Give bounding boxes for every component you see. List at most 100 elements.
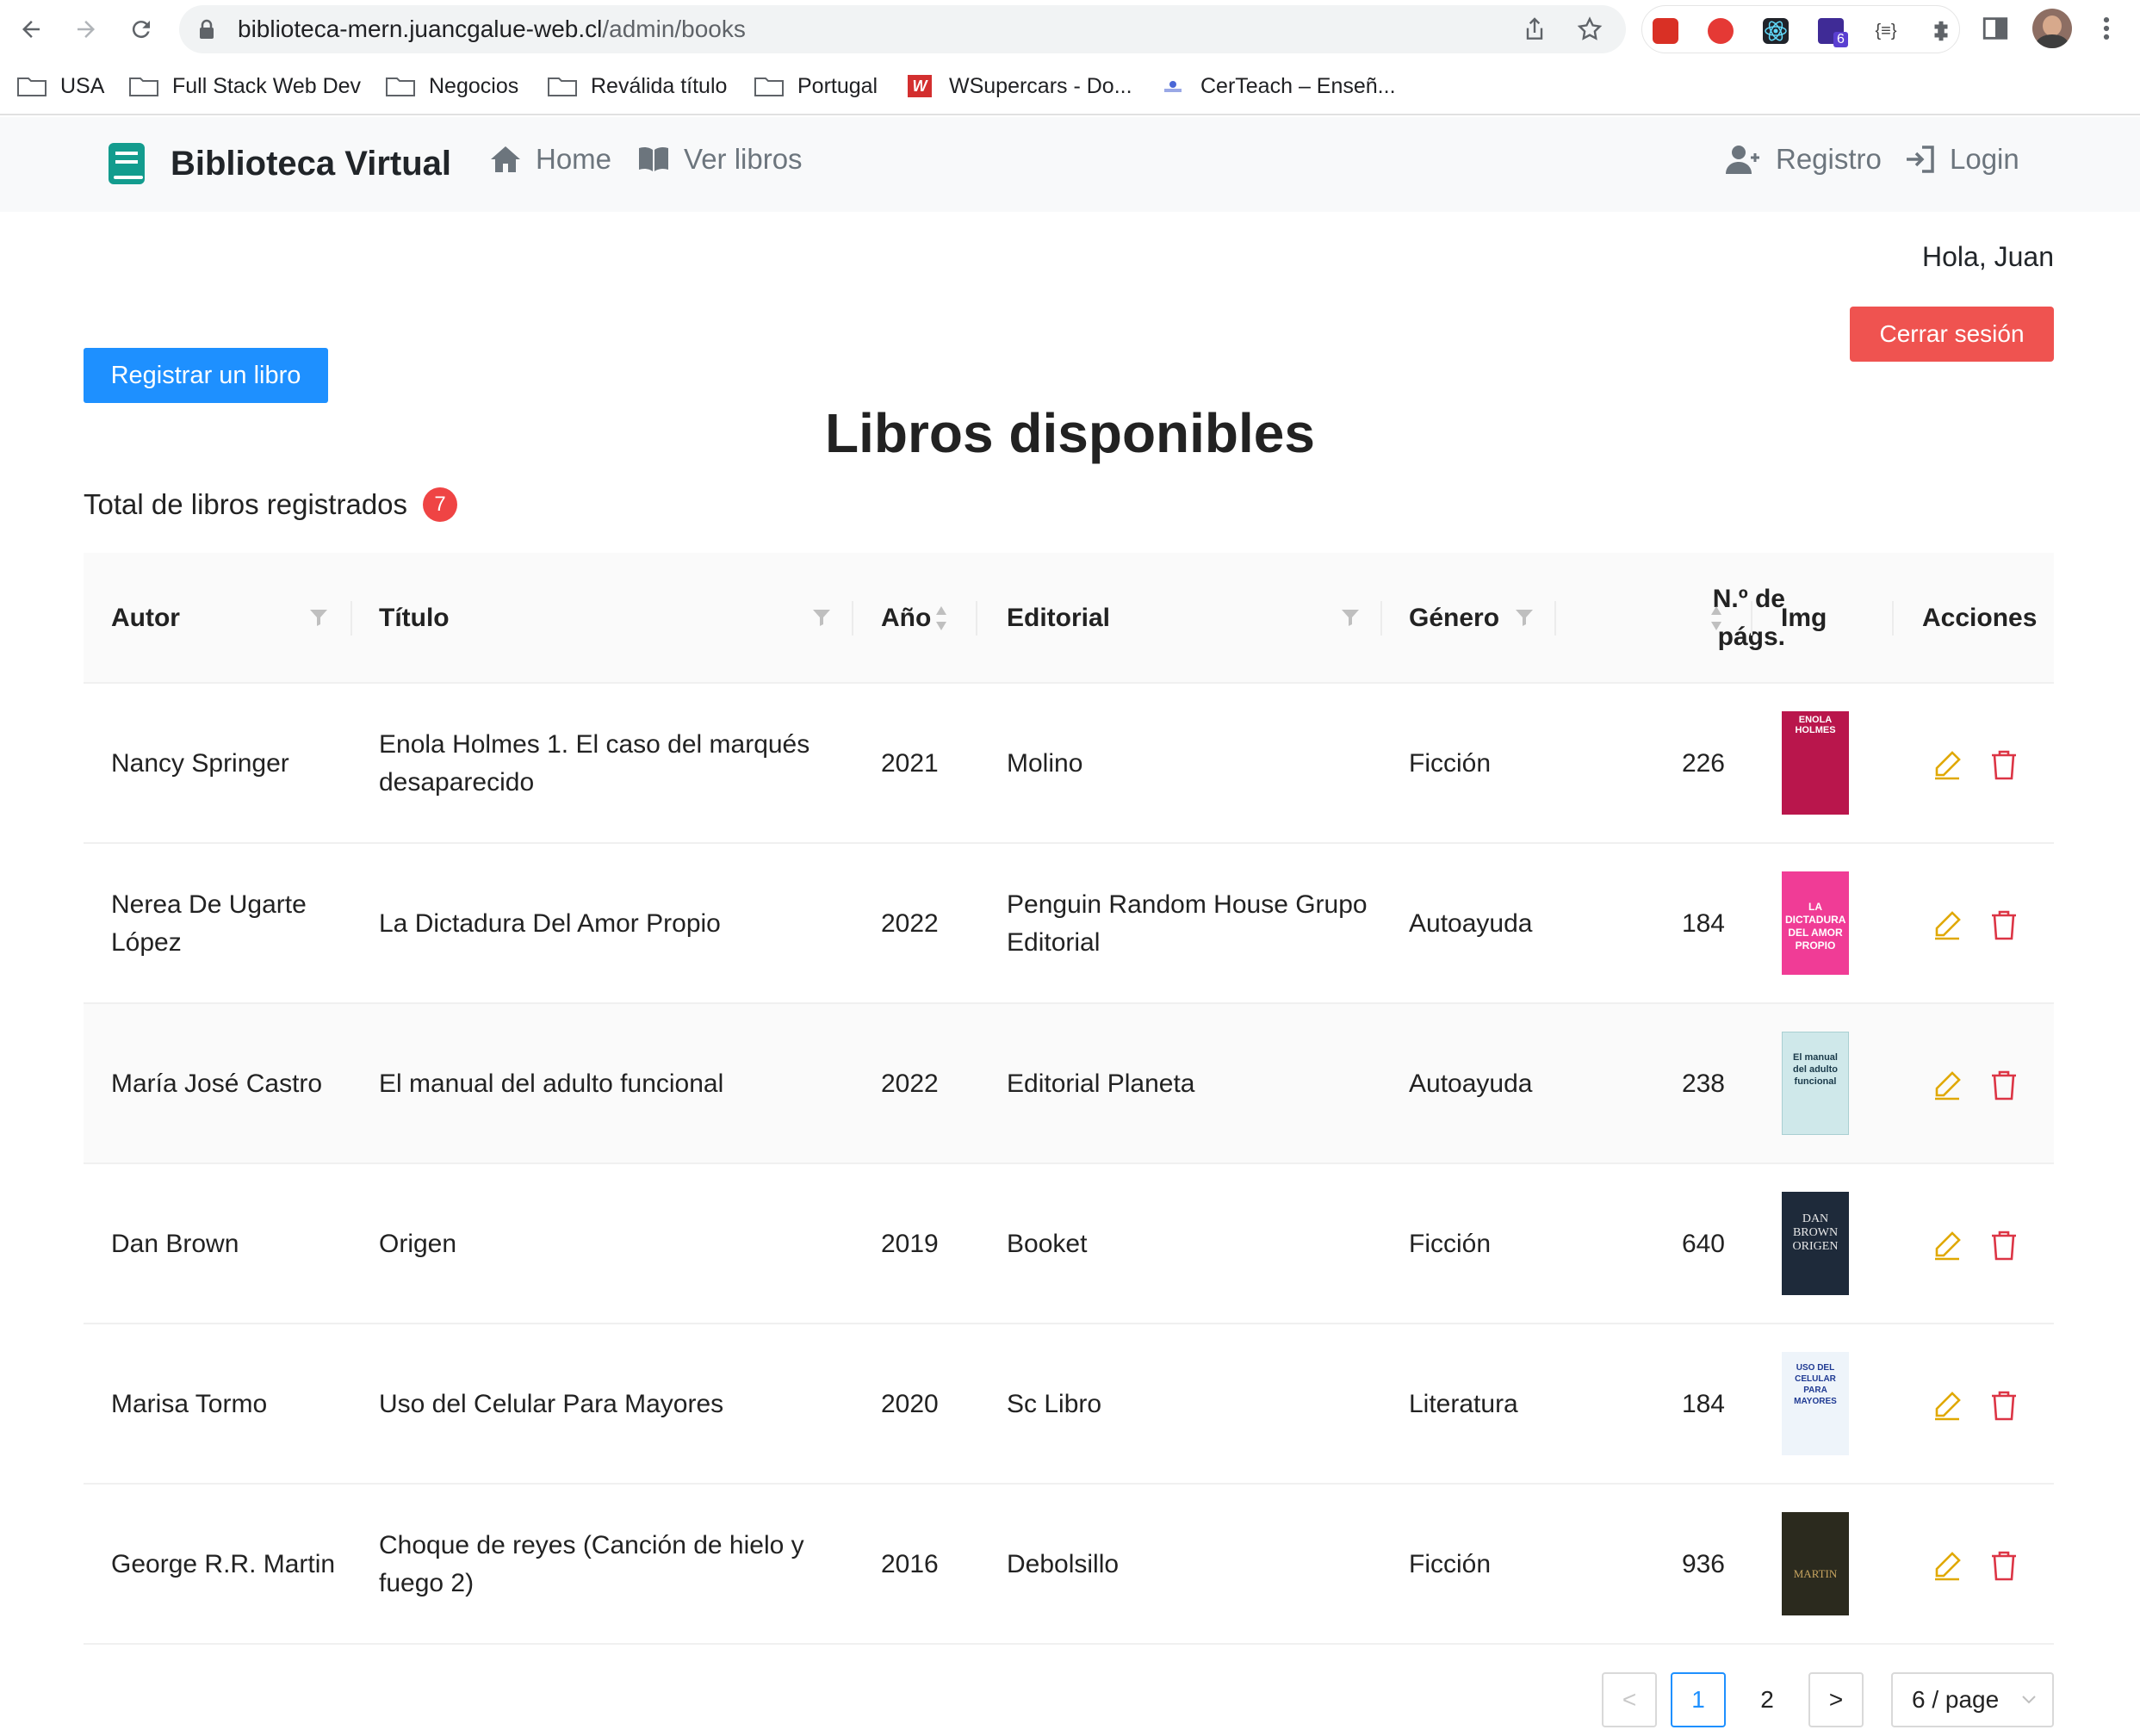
profile-avatar[interactable] xyxy=(2032,9,2072,48)
reload-button[interactable] xyxy=(122,10,160,48)
bookmark-label: Portugal xyxy=(797,73,878,98)
nav-register-label: Registro xyxy=(1776,143,1882,175)
address-bar[interactable]: biblioteca-mern.juancgalue-web.cl/admin/… xyxy=(179,5,1626,53)
open-book-icon xyxy=(639,146,668,171)
bookmark-star-icon[interactable] xyxy=(1576,16,1603,43)
cell-genero: Literatura xyxy=(1409,1390,1518,1418)
ublock-extension-icon[interactable] xyxy=(1708,18,1734,44)
cell-genero: Ficción xyxy=(1409,1230,1492,1258)
cell-paginas: 640 xyxy=(1681,1230,1725,1258)
column-header-paginas-line1: N.º de xyxy=(1712,585,1785,613)
pagination-page-1[interactable]: 1 xyxy=(1671,1672,1726,1727)
share-icon[interactable] xyxy=(1521,16,1548,43)
column-header-img: Img xyxy=(1781,604,1827,632)
edit-icon[interactable] xyxy=(1932,1550,1963,1581)
brand-link[interactable]: Biblioteca Virtual xyxy=(107,141,451,186)
cell-autor: Dan Brown xyxy=(111,1230,239,1258)
book-cover-image: DAN BROWN ORIGEN xyxy=(1782,1192,1849,1295)
pagination-next-button[interactable]: > xyxy=(1808,1672,1864,1727)
filter-icon[interactable] xyxy=(309,608,328,627)
cell-anio: 2022 xyxy=(881,909,939,938)
sort-icon[interactable] xyxy=(1709,604,1723,632)
cell-anio: 2019 xyxy=(881,1230,939,1258)
table-row: Marisa Tormo Uso del Celular Para Mayore… xyxy=(84,1324,2054,1485)
register-book-button[interactable]: Registrar un libro xyxy=(84,348,328,403)
bookmark-portugal[interactable]: Portugal xyxy=(754,71,878,102)
cell-genero: Autoayuda xyxy=(1409,909,1533,938)
delete-icon[interactable] xyxy=(1990,1230,2018,1261)
cell-editorial: Penguin Random House Grupo Editorial xyxy=(1007,890,1368,957)
cell-genero: Ficción xyxy=(1409,1550,1492,1578)
nav-books-link[interactable]: Ver libros xyxy=(637,143,803,176)
logout-button[interactable]: Cerrar sesión xyxy=(1850,307,2054,362)
page-size-value: 6 / page xyxy=(1912,1686,2000,1713)
cell-paginas: 226 xyxy=(1681,749,1725,778)
nav-books-label: Ver libros xyxy=(684,143,803,175)
column-header-titulo: Título xyxy=(379,604,450,632)
book-cover-image: ENOLA HOLMES xyxy=(1782,711,1849,815)
filter-icon[interactable] xyxy=(812,608,831,627)
column-divider xyxy=(350,601,352,636)
bookmark-usa[interactable]: USA xyxy=(17,71,104,102)
edit-icon[interactable] xyxy=(1932,1230,1963,1261)
app-navbar: Biblioteca Virtual Home Ver libros Regis… xyxy=(0,117,2140,212)
filter-icon[interactable] xyxy=(1515,608,1534,627)
nav-login-link[interactable]: Login xyxy=(1905,143,2019,176)
delete-icon[interactable] xyxy=(1990,1070,2018,1100)
bookmark-negocios[interactable]: Negocios xyxy=(386,71,518,102)
extensions-area: 6 {≡} xyxy=(1641,5,1960,53)
bookmark-revalida[interactable]: Reválida título xyxy=(548,71,727,102)
cell-autor: Nerea De Ugarte López xyxy=(111,890,307,957)
total-books-label: Total de libros registrados xyxy=(84,488,408,520)
book-logo-icon xyxy=(109,143,145,184)
url-path: /admin/books xyxy=(602,16,746,42)
bookmark-wsupercars[interactable]: W WSupercars - Do... xyxy=(908,71,1132,102)
cell-editorial: Sc Libro xyxy=(1007,1390,1102,1418)
delete-icon[interactable] xyxy=(1990,1390,2018,1421)
book-cover-image: El manual del adulto funcional xyxy=(1782,1032,1849,1135)
bookmark-label: CerTeach – Enseñ... xyxy=(1200,73,1396,98)
pagination-prev-button[interactable]: < xyxy=(1602,1672,1657,1727)
pagination-page-2[interactable]: 2 xyxy=(1740,1672,1795,1727)
edit-icon[interactable] xyxy=(1932,749,1963,780)
bookmark-certeach[interactable]: CerTeach – Enseñ... xyxy=(1163,71,1396,102)
column-divider xyxy=(1380,601,1382,636)
delete-icon[interactable] xyxy=(1990,749,2018,780)
page-size-select[interactable]: 6 / page xyxy=(1891,1672,2054,1727)
folder-icon xyxy=(548,78,577,96)
bookmark-label: Negocios xyxy=(429,73,519,98)
lastpass-extension-icon[interactable] xyxy=(1653,18,1678,44)
puzzle-extensions-icon[interactable] xyxy=(1928,18,1954,44)
edit-icon[interactable] xyxy=(1932,1070,1963,1100)
side-panel-icon[interactable] xyxy=(1981,14,2010,43)
bookmark-fullstack[interactable]: Full Stack Web Dev xyxy=(129,71,361,102)
delete-icon[interactable] xyxy=(1990,909,2018,940)
table-row: George R.R. Martin Choque de reyes (Canc… xyxy=(84,1485,2054,1645)
book-cover-image: MARTIN xyxy=(1782,1512,1849,1615)
edit-icon[interactable] xyxy=(1932,1390,1963,1421)
json-extension-icon[interactable]: {≡} xyxy=(1873,18,1899,44)
column-divider xyxy=(1892,601,1894,636)
sort-icon[interactable] xyxy=(934,604,948,632)
edit-icon[interactable] xyxy=(1932,909,1963,940)
cell-autor: Nancy Springer xyxy=(111,749,289,778)
cell-autor: George R.R. Martin xyxy=(111,1550,336,1578)
bookmark-label: WSupercars - Do... xyxy=(949,73,1132,98)
column-header-paginas: N.º de págs. xyxy=(1625,553,1785,684)
react-devtools-extension-icon[interactable] xyxy=(1763,18,1789,44)
nav-register-link[interactable]: Registro xyxy=(1726,143,1882,176)
back-button[interactable] xyxy=(12,10,50,48)
forward-button[interactable] xyxy=(67,10,105,48)
nav-home-link[interactable]: Home xyxy=(489,143,611,176)
wsupercars-icon: W xyxy=(908,75,932,97)
redux-extension-icon[interactable]: 6 xyxy=(1818,18,1848,47)
cell-paginas: 238 xyxy=(1681,1070,1725,1098)
filter-icon[interactable] xyxy=(1341,608,1360,627)
delete-icon[interactable] xyxy=(1990,1550,2018,1581)
more-menu-icon[interactable] xyxy=(2096,14,2117,43)
column-divider xyxy=(852,601,853,636)
cell-titulo: Origen xyxy=(379,1230,457,1258)
cell-anio: 2020 xyxy=(881,1390,939,1418)
url-text: biblioteca-mern.juancgalue-web.cl/admin/… xyxy=(238,5,746,53)
cell-editorial: Booket xyxy=(1007,1230,1088,1258)
